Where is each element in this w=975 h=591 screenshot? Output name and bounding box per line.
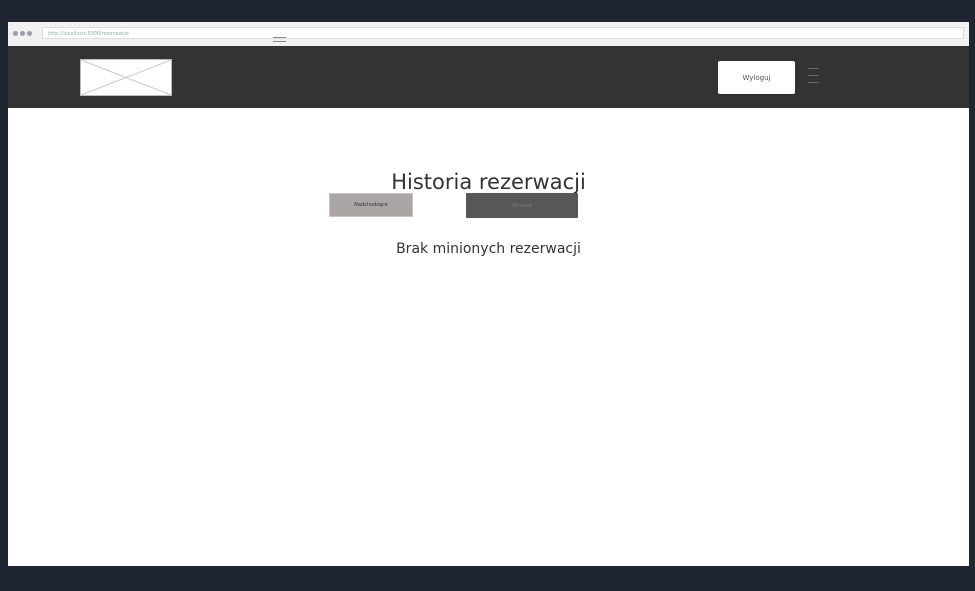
tab-past[interactable]: Minione [466, 193, 578, 218]
app-window: http://localhost:5000/rezerwacje Wyloguj… [8, 22, 969, 566]
logo-placeholder-icon[interactable] [80, 59, 172, 96]
window-controls [13, 31, 32, 36]
minimize-window-dot[interactable] [20, 31, 25, 36]
empty-state-message: Brak minionych rezerwacji [396, 241, 581, 257]
browser-address-bar: http://localhost:5000/rezerwacje [8, 22, 969, 47]
logout-button[interactable]: Wyloguj [718, 61, 795, 94]
tab-upcoming[interactable]: Nadchodzące [329, 193, 413, 217]
top-navigation-bar: Wyloguj [8, 46, 969, 108]
maximize-window-dot[interactable] [27, 31, 32, 36]
tab-handle-icon [273, 37, 286, 43]
url-field[interactable]: http://localhost:5000/rezerwacje [42, 27, 964, 39]
page-title: Historia rezerwacji [391, 170, 586, 195]
close-window-dot[interactable] [13, 31, 18, 36]
hamburger-menu-icon[interactable] [808, 68, 819, 86]
